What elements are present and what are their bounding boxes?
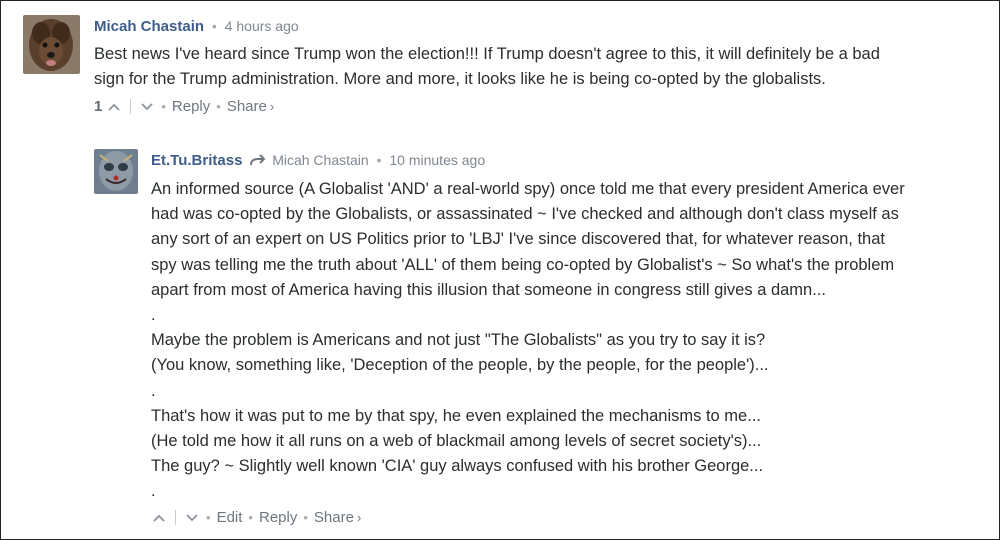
avatar[interactable] (23, 15, 80, 74)
comment-footer: • Edit • Reply • Share › (151, 509, 361, 526)
chevron-right-icon: › (269, 99, 275, 114)
dog-avatar-icon (23, 15, 80, 74)
comment-body: An informed source (A Globalist 'AND' a … (151, 177, 981, 505)
comment-text-line: Best news I've heard since Trump won the… (94, 45, 880, 63)
timestamp[interactable]: 10 minutes ago (389, 152, 485, 168)
avatar[interactable] (94, 149, 138, 194)
comment-text-line: The guy? ~ Slightly well known 'CIA' guy… (151, 457, 764, 476)
upvote-icon[interactable] (106, 99, 122, 115)
author-name[interactable]: Micah Chastain (94, 18, 204, 35)
comment-thread: Micah Chastain • 4 hours ago Best news I… (0, 0, 1000, 540)
downvote-icon[interactable] (139, 99, 155, 115)
reply-arrow-icon (250, 154, 266, 166)
share-link[interactable]: Share › (314, 509, 361, 526)
comment-text-line: Maybe the problem is Americans and not j… (151, 331, 766, 350)
vote-divider (175, 510, 176, 525)
comment-text-line: any sort of an expert on US Politics pri… (151, 230, 885, 249)
comment-text-line: An informed source (A Globalist 'AND' a … (151, 180, 905, 198)
comment-header: Micah Chastain • 4 hours ago (94, 18, 299, 35)
comment-text-line: . (151, 306, 156, 325)
separator-dot: • (161, 99, 166, 114)
separator-dot: • (216, 99, 221, 114)
reply-link[interactable]: Reply (259, 509, 297, 526)
comment-text-line: apart from most of America having this i… (151, 280, 826, 299)
edit-link[interactable]: Edit (217, 509, 243, 526)
reply-link[interactable]: Reply (172, 98, 210, 115)
upvote-icon[interactable] (151, 510, 167, 526)
separator-dot: • (211, 18, 217, 34)
separator-dot: • (303, 510, 308, 525)
comment-text-line: . (151, 482, 156, 501)
comment-text-line: spy was telling me the truth about 'ALL'… (151, 255, 895, 274)
comment-text-line: That's how it was put to me by that spy,… (151, 406, 761, 425)
vote-divider (130, 99, 132, 114)
comment-text-line: sign for the Trump administration. More … (94, 70, 826, 89)
comment-text-line: had was co-opted by the Globalists, or a… (151, 205, 899, 224)
share-label: Share (313, 509, 354, 526)
comment-footer: 1 • Reply • Share › (94, 98, 274, 115)
comment-body: Best news I've heard since Trump won the… (94, 42, 974, 92)
comment-header: Et.Tu.Britass Micah Chastain • 10 minute… (151, 152, 485, 169)
share-link[interactable]: Share › (227, 98, 274, 115)
separator-dot: • (376, 152, 382, 168)
upvote-count: 1 (94, 98, 103, 115)
timestamp[interactable]: 4 hours ago (225, 18, 299, 34)
share-label: Share (226, 98, 267, 115)
comment-text-line: . (151, 381, 156, 400)
downvote-icon[interactable] (184, 510, 200, 526)
separator-dot: • (248, 510, 253, 525)
mask-avatar-icon (94, 149, 138, 194)
separator-dot: • (206, 510, 211, 525)
author-name[interactable]: Et.Tu.Britass (151, 152, 242, 169)
comment-text-line: (You know, something like, 'Deception of… (151, 356, 769, 375)
comment-text-line: (He told me how it all runs on a web of … (151, 432, 762, 451)
chevron-right-icon: › (356, 510, 362, 525)
in-reply-to-author[interactable]: Micah Chastain (272, 152, 369, 168)
